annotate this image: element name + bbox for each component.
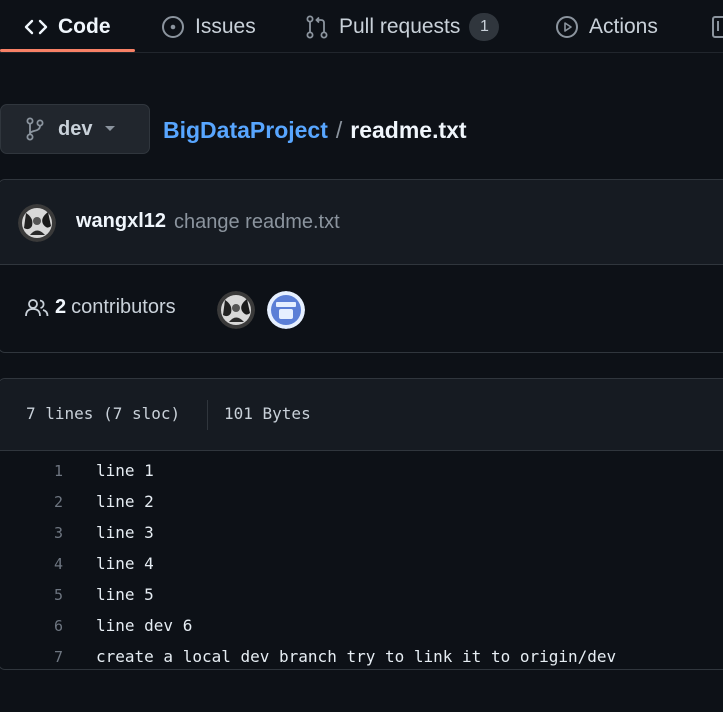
active-tab-underline xyxy=(0,49,135,52)
tab-issues-label: Issues xyxy=(195,14,256,38)
file-viewer: 7 lines (7 sloc) 101 Bytes 1 line 1 2 li… xyxy=(0,378,723,670)
file-line-count: 7 lines (7 sloc) xyxy=(26,404,181,423)
tab-pull-requests[interactable]: Pull requests 1 xyxy=(305,0,500,53)
line-number[interactable]: 6 xyxy=(0,614,63,638)
contributor-avatar-1[interactable] xyxy=(217,291,255,329)
line-content: line 2 xyxy=(96,492,154,511)
line-number[interactable]: 1 xyxy=(0,459,63,483)
tab-pull-requests-label: Pull requests xyxy=(339,14,461,38)
issue-opened-icon xyxy=(161,15,185,39)
file-header: 7 lines (7 sloc) 101 Bytes xyxy=(0,379,723,451)
branch-name: dev xyxy=(58,117,93,140)
commit-message-link[interactable]: change readme.txt xyxy=(174,211,340,234)
latest-commit-row: wangxl12 change readme.txt xyxy=(0,180,723,265)
line-content: create a local dev branch try to link it… xyxy=(96,647,617,666)
tab-issues[interactable]: Issues xyxy=(161,0,256,53)
file-size: 101 Bytes xyxy=(224,404,311,423)
line-content: line 3 xyxy=(96,523,154,542)
breadcrumb-separator: / xyxy=(335,116,343,143)
play-icon xyxy=(555,15,579,39)
code-line: 6 line dev 6 xyxy=(0,614,723,645)
line-number[interactable]: 5 xyxy=(0,583,63,607)
contributors-row: 2 contributors xyxy=(0,266,723,353)
project-icon xyxy=(712,15,723,39)
contributors-link[interactable]: 2 contributors xyxy=(25,296,176,319)
branch-select-button[interactable]: dev xyxy=(0,104,150,154)
file-view-page: Code Issues Pull requests 1 Actions dev … xyxy=(0,0,723,712)
code-line: 3 line 3 xyxy=(0,521,723,552)
line-content: line dev 6 xyxy=(96,616,193,635)
breadcrumb-repo-link[interactable]: BigDataProject xyxy=(163,117,328,144)
line-number[interactable]: 7 xyxy=(0,645,63,669)
line-number[interactable]: 4 xyxy=(0,552,63,576)
contributor-avatar-2[interactable] xyxy=(267,291,305,329)
pull-requests-count: 1 xyxy=(469,12,500,41)
line-content: line 4 xyxy=(96,554,154,573)
repo-nav: Code Issues Pull requests 1 Actions xyxy=(0,0,723,53)
git-branch-icon xyxy=(26,117,44,141)
line-content: line 1 xyxy=(96,461,154,480)
tab-code[interactable]: Code xyxy=(24,0,111,53)
code-line: 4 line 4 xyxy=(0,552,723,583)
code-line: 7 create a local dev branch try to link … xyxy=(0,645,723,676)
code-icon xyxy=(24,18,48,36)
latest-commit-box: wangxl12 change readme.txt 2 contributor… xyxy=(0,179,723,353)
code-body: 1 line 1 2 line 2 3 line 3 4 line 4 5 li… xyxy=(0,459,723,676)
line-content: line 5 xyxy=(96,585,154,604)
chevron-down-icon xyxy=(104,125,116,133)
breadcrumb-file-name: readme.txt xyxy=(350,116,467,143)
people-icon xyxy=(25,298,49,318)
tab-projects[interactable] xyxy=(712,0,723,53)
code-line: 1 line 1 xyxy=(0,459,723,490)
tab-actions[interactable]: Actions xyxy=(555,0,658,53)
file-info-divider xyxy=(207,400,208,430)
line-number[interactable]: 2 xyxy=(0,490,63,514)
commit-author-link[interactable]: wangxl12 xyxy=(76,210,166,233)
contributors-label: contributors xyxy=(71,296,176,318)
code-line: 5 line 5 xyxy=(0,583,723,614)
code-line: 2 line 2 xyxy=(0,490,723,521)
git-pull-request-icon xyxy=(305,14,329,40)
tab-code-label: Code xyxy=(58,14,111,38)
tab-actions-label: Actions xyxy=(589,14,658,38)
breadcrumb: BigDataProject / readme.txt xyxy=(163,108,467,152)
line-number[interactable]: 3 xyxy=(0,521,63,545)
author-avatar[interactable] xyxy=(18,204,56,242)
contributors-count: 2 xyxy=(55,296,67,318)
